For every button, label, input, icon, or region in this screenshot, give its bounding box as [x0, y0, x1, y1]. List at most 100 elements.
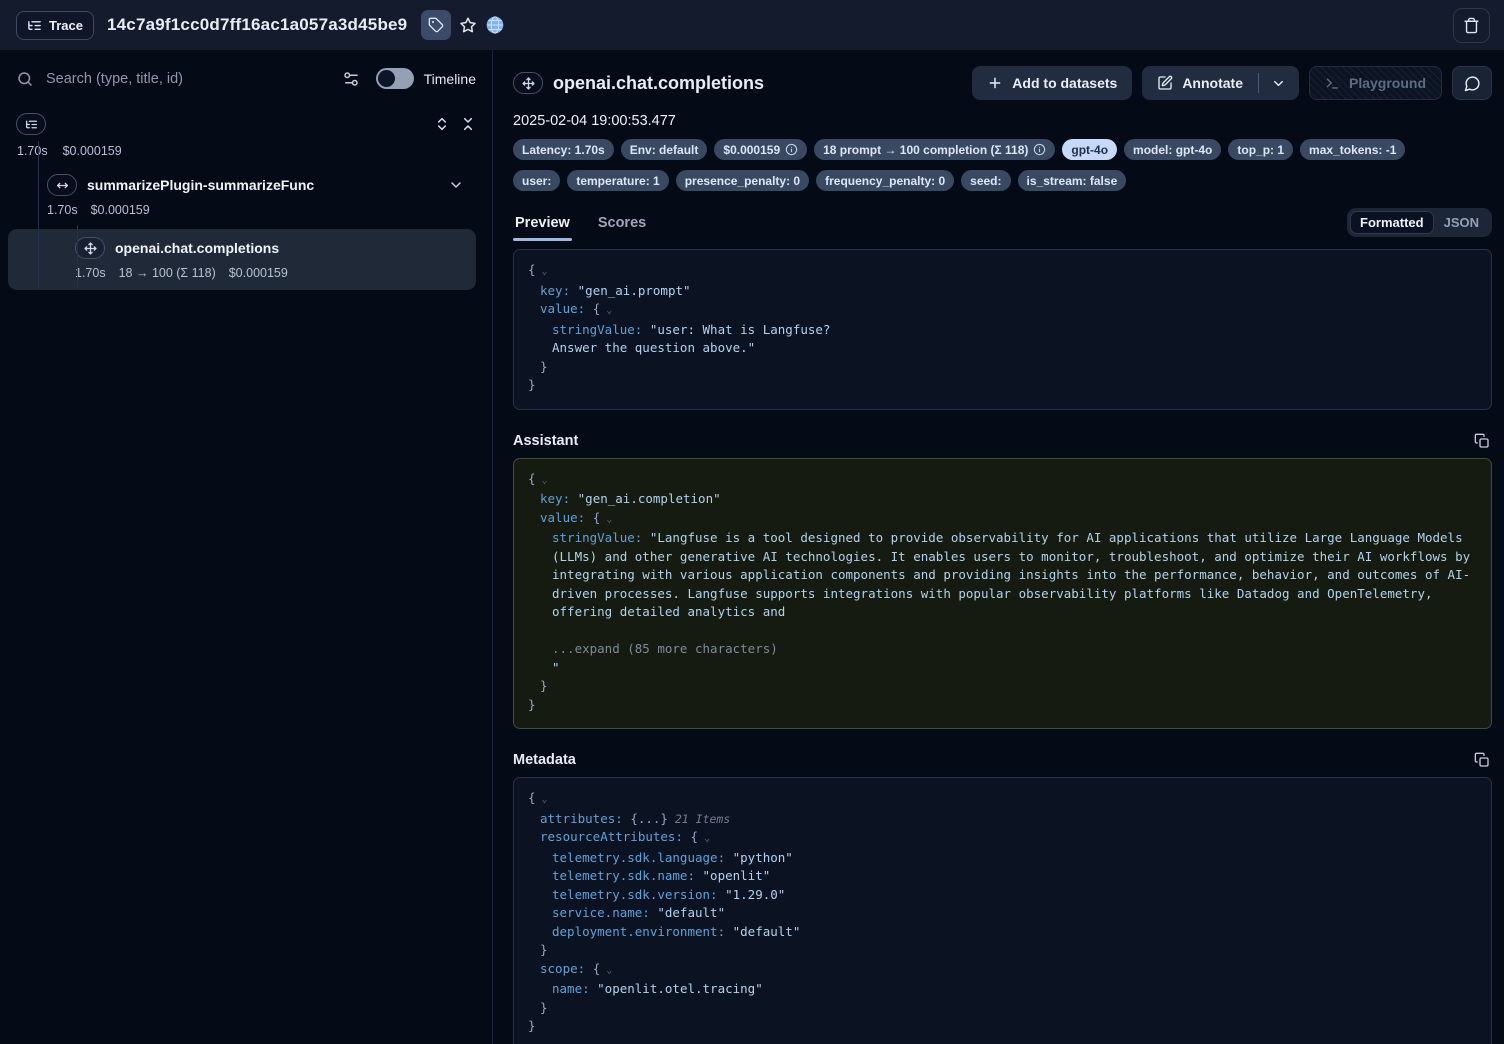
- badges-row-2: user:temperature: 1presence_penalty: 0fr…: [513, 170, 1492, 191]
- tree-connector-line: [77, 225, 78, 289]
- collapse-caret-icon[interactable]: ⌄: [536, 475, 548, 486]
- comments-button[interactable]: [1452, 66, 1492, 100]
- trace-type-label: Trace: [49, 18, 83, 33]
- annotate-menu-button[interactable]: [1259, 66, 1299, 100]
- code-token: stringValue:: [552, 322, 650, 337]
- param-badge: gpt-4o: [1062, 139, 1117, 160]
- param-badge: seed:: [961, 170, 1010, 191]
- code-token: }: [528, 1018, 536, 1033]
- panel-title-group: openai.chat.completions: [513, 72, 764, 94]
- expand-link[interactable]: ...expand (85 more characters): [552, 641, 778, 656]
- delete-trace-button[interactable]: [1453, 8, 1490, 43]
- code-line: }: [528, 1017, 1477, 1036]
- code-token: }: [540, 1000, 548, 1015]
- tab-scores[interactable]: Scores: [596, 215, 648, 241]
- collapse-caret-icon[interactable]: ⌄: [536, 266, 548, 277]
- code-line: value: { ⌄: [528, 509, 1477, 530]
- code-token: {: [528, 262, 536, 277]
- code-line: resourceAttributes: { ⌄: [528, 828, 1477, 849]
- code-line: ": [528, 659, 1477, 678]
- topbar: Trace 14c7a9f1cc0d7ff16ac1a057a3d45be9: [0, 0, 1504, 50]
- code-token: }: [528, 377, 536, 392]
- code-line: { ⌄: [528, 261, 1477, 282]
- format-toggle: Formatted JSON: [1347, 208, 1492, 237]
- tree-item-span[interactable]: summarizePlugin-summarizeFunc 1.70s $0.0…: [16, 174, 476, 217]
- metadata-json-block: { ⌄attributes: {...} 21 ItemsresourceAtt…: [513, 777, 1492, 1044]
- code-line: }: [528, 999, 1477, 1018]
- code-token: stringValue:: [552, 530, 650, 545]
- list-tree-icon: [27, 18, 42, 33]
- code-token: "openlit": [703, 868, 771, 883]
- code-line: }: [528, 677, 1477, 696]
- add-to-datasets-button[interactable]: Add to datasets: [972, 66, 1132, 100]
- info-icon: [785, 143, 798, 156]
- generation-tokens: 18 → 100 (Σ 118): [119, 266, 216, 280]
- annotate-pen-icon: [1157, 75, 1173, 91]
- observation-timestamp: 2025-02-04 19:00:53.477: [513, 113, 1492, 129]
- param-badge: max_tokens: -1: [1300, 139, 1405, 160]
- star-icon: [459, 16, 477, 34]
- tree-item-generation-selected[interactable]: openai.chat.completions 1.70s 18 → 100 (…: [8, 229, 476, 290]
- param-badge-label: max_tokens: -1: [1309, 143, 1396, 157]
- code-line: stringValue: "user: What is Langfuse? An…: [528, 321, 1477, 358]
- public-globe-button[interactable]: [485, 15, 505, 35]
- content: Timeline: [0, 50, 1504, 1044]
- trace-root-stats: 1.70s $0.000159: [17, 144, 476, 158]
- collapse-caret-icon[interactable]: ⌄: [698, 833, 710, 844]
- copy-icon: [1474, 433, 1490, 449]
- code-token: resourceAttributes:: [540, 829, 691, 844]
- generation-icon: [513, 72, 543, 94]
- code-token: deployment.environment:: [552, 924, 733, 939]
- info-icon: [1033, 143, 1046, 156]
- tag-button[interactable]: [421, 10, 451, 40]
- code-token: service.name:: [552, 905, 657, 920]
- generation-icon: [84, 242, 97, 255]
- copy-icon: [1474, 752, 1490, 768]
- panel-header: openai.chat.completions Add to datasets: [513, 66, 1492, 100]
- param-badge-label: frequency_penalty: 0: [825, 174, 945, 188]
- param-badge: 18 prompt → 100 completion (Σ 118): [814, 139, 1055, 160]
- code-line: value: { ⌄: [528, 300, 1477, 321]
- param-badge-label: top_p: 1: [1237, 143, 1284, 157]
- trace-tree: 1.70s $0.000159 summarizePlugin-summariz…: [16, 113, 476, 290]
- code-line: { ⌄: [528, 789, 1477, 810]
- code-token: value:: [540, 510, 593, 525]
- trace-root-node[interactable]: [16, 113, 46, 135]
- code-line: telemetry.sdk.name: "openlit": [528, 867, 1477, 886]
- copy-metadata-button[interactable]: [1474, 752, 1490, 768]
- trash-icon: [1463, 17, 1480, 34]
- code-token: "python": [733, 850, 793, 865]
- chevron-down-icon[interactable]: [448, 177, 464, 193]
- span-label: summarizePlugin-summarizeFunc: [87, 177, 314, 193]
- collapse-caret-icon[interactable]: ⌄: [600, 514, 612, 525]
- copy-assistant-button[interactable]: [1474, 433, 1490, 449]
- tab-preview[interactable]: Preview: [513, 215, 572, 241]
- view-settings-button[interactable]: [342, 70, 360, 88]
- expand-all-button[interactable]: [434, 116, 450, 132]
- star-bookmark-button[interactable]: [453, 10, 483, 40]
- collapse-caret-icon[interactable]: ⌄: [536, 794, 548, 805]
- generation-label: openai.chat.completions: [115, 240, 279, 256]
- assistant-section-title: Assistant: [513, 433, 578, 449]
- timeline-toggle[interactable]: [376, 68, 414, 89]
- annotate-button[interactable]: Annotate: [1142, 66, 1258, 100]
- arrow-left-right-icon: [56, 179, 69, 192]
- code-token: "openlit.otel.tracing": [597, 981, 763, 996]
- metadata-section-header: Metadata: [513, 752, 1490, 768]
- param-badge: user:: [513, 170, 560, 191]
- span-cost: $0.000159: [91, 203, 150, 217]
- globe-icon: [485, 15, 505, 35]
- code-token: scope:: [540, 961, 593, 976]
- search-input[interactable]: [44, 70, 332, 88]
- code-line: }: [528, 376, 1477, 395]
- format-json-option[interactable]: JSON: [1434, 211, 1489, 234]
- filter-sliders-icon: [342, 70, 360, 88]
- collapse-all-button[interactable]: [460, 116, 476, 132]
- format-formatted-option[interactable]: Formatted: [1350, 211, 1434, 234]
- trace-duration: 1.70s: [17, 144, 48, 158]
- code-line: stringValue: "Langfuse is a tool designe…: [528, 529, 1477, 622]
- code-line: [528, 622, 1477, 641]
- collapse-caret-icon[interactable]: ⌄: [600, 965, 612, 976]
- code-token: attributes:: [540, 811, 630, 826]
- collapse-caret-icon[interactable]: ⌄: [600, 305, 612, 316]
